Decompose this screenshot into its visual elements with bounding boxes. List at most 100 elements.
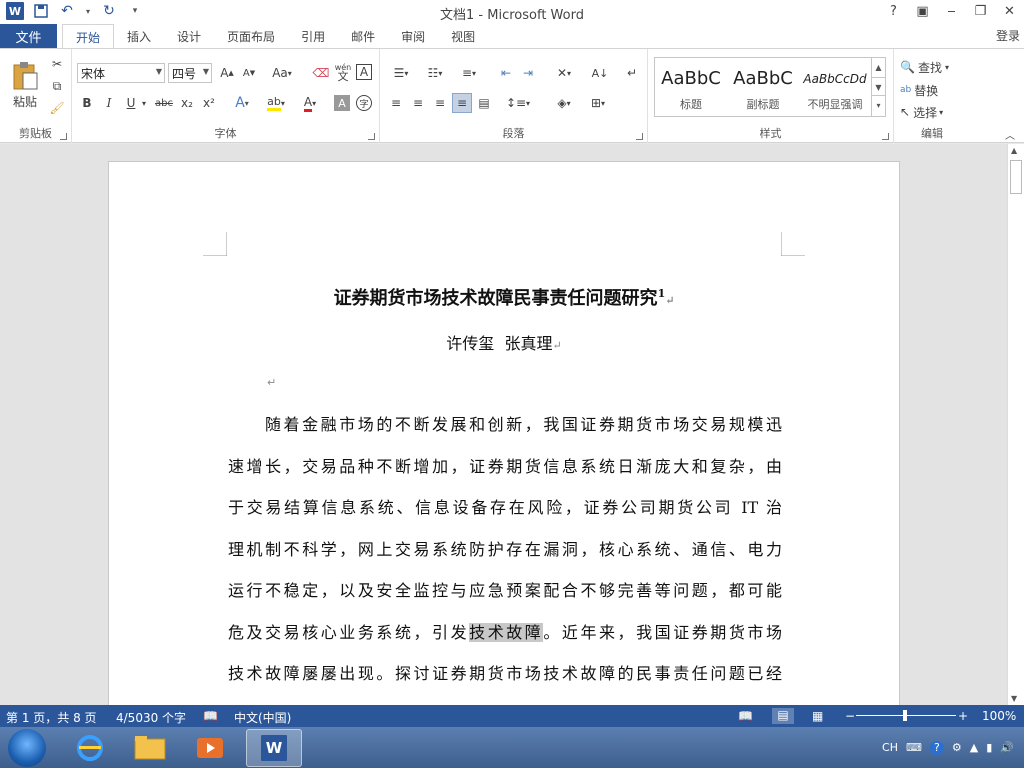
- decrease-indent-icon[interactable]: ⇤: [496, 63, 516, 83]
- phonetic-guide-icon[interactable]: wén 文: [334, 61, 352, 83]
- font-color-icon[interactable]: A ▾: [296, 93, 324, 113]
- network-icon[interactable]: ▮: [986, 741, 992, 754]
- zoom-in-button[interactable]: +: [958, 709, 968, 723]
- subscript-button[interactable]: x₂: [178, 93, 196, 113]
- superscript-button[interactable]: x²: [200, 93, 218, 113]
- justify-icon[interactable]: ≡: [452, 93, 472, 113]
- shrink-font-icon[interactable]: A ▼: [240, 63, 258, 83]
- strikethrough-button[interactable]: abc: [152, 93, 176, 113]
- scroll-down-icon[interactable]: ▼: [1011, 694, 1017, 703]
- sign-in-link[interactable]: 登录: [996, 27, 1020, 44]
- print-layout-icon[interactable]: ▤: [772, 708, 794, 724]
- font-dialog-launcher[interactable]: [368, 133, 375, 140]
- underline-dropdown-icon[interactable]: ▾: [140, 93, 148, 113]
- selected-text[interactable]: 技术故障: [469, 622, 544, 642]
- tab-mailings[interactable]: 邮件: [338, 24, 388, 48]
- font-size-value: 四号: [172, 66, 197, 81]
- clipboard-dialog-launcher[interactable]: [60, 133, 67, 140]
- volume-icon[interactable]: 🔊: [1000, 741, 1014, 754]
- word-count[interactable]: 4/5030 个字: [116, 709, 186, 726]
- help-button[interactable]: ?: [879, 0, 908, 22]
- style-subtitle[interactable]: AaBbC 副标题: [727, 58, 799, 116]
- close-button[interactable]: ✕: [995, 0, 1024, 22]
- proofing-icon[interactable]: 📖: [203, 709, 218, 723]
- zoom-level[interactable]: 100%: [982, 709, 1016, 723]
- minimize-button[interactable]: ‒: [937, 0, 966, 22]
- shading-icon[interactable]: ◈ ▾: [550, 93, 578, 113]
- distributed-icon[interactable]: ▤: [474, 93, 494, 113]
- align-left-icon[interactable]: ≡: [386, 93, 406, 113]
- line-spacing-icon[interactable]: ↕≡ ▾: [504, 93, 532, 113]
- tab-design[interactable]: 设计: [164, 24, 214, 48]
- chinese-layout-icon[interactable]: ✕ ▾: [550, 63, 578, 83]
- change-case-button[interactable]: Aa ▾: [268, 63, 296, 83]
- select-button[interactable]: ↖ 选择 ▾: [900, 102, 968, 122]
- ime-settings-icon[interactable]: ⚙: [952, 741, 962, 754]
- increase-indent-icon[interactable]: ⇥: [518, 63, 538, 83]
- enclose-characters-icon[interactable]: 字: [356, 95, 372, 111]
- format-painter-icon[interactable]: 🖌: [48, 99, 66, 117]
- zoom-slider-thumb[interactable]: [903, 710, 907, 721]
- keyboard-icon[interactable]: ⌨: [906, 741, 922, 754]
- gallery-more-icon[interactable]: ▾: [872, 96, 885, 115]
- show-hidden-icons[interactable]: ▲: [970, 741, 978, 754]
- show-marks-icon[interactable]: ↵: [622, 63, 642, 83]
- borders-icon[interactable]: ⊞ ▾: [584, 93, 612, 113]
- style-subtle-emphasis[interactable]: AaBbCcDd 不明显强调: [799, 58, 871, 116]
- text-effects-icon[interactable]: A ▾: [230, 93, 254, 113]
- ime-indicator[interactable]: CH: [882, 741, 898, 754]
- tab-review[interactable]: 审阅: [388, 24, 438, 48]
- taskbar-word-icon[interactable]: W: [246, 729, 302, 767]
- align-right-icon[interactable]: ≡: [430, 93, 450, 113]
- scroll-up-icon[interactable]: ▲: [1011, 146, 1017, 155]
- find-button[interactable]: 🔍 查找 ▾: [900, 57, 968, 77]
- font-size-combo[interactable]: 四号 ▼: [168, 63, 212, 83]
- tab-page-layout[interactable]: 页面布局: [214, 24, 288, 48]
- zoom-out-button[interactable]: −: [845, 709, 855, 723]
- tab-insert[interactable]: 插入: [114, 24, 164, 48]
- scroll-thumb[interactable]: [1010, 160, 1022, 194]
- vertical-scrollbar[interactable]: ▲ ▼: [1007, 144, 1024, 705]
- sort-icon[interactable]: A↓: [590, 63, 610, 83]
- restore-button[interactable]: ❐: [966, 0, 995, 22]
- taskbar-media-player-icon[interactable]: [182, 729, 238, 767]
- paragraph-dialog-launcher[interactable]: [636, 133, 643, 140]
- tab-references[interactable]: 引用: [288, 24, 338, 48]
- highlight-color-icon[interactable]: ab ▾: [262, 93, 290, 113]
- cut-icon[interactable]: ✂: [48, 55, 66, 73]
- tab-home[interactable]: 开始: [62, 24, 115, 49]
- paste-button[interactable]: 粘贴: [8, 55, 42, 115]
- bullets-icon[interactable]: ☰ ▾: [386, 63, 416, 83]
- page-count[interactable]: 第 1 页，共 8 页: [6, 709, 97, 726]
- language-indicator[interactable]: 中文(中国): [234, 709, 291, 726]
- document-page[interactable]: 证券期货市场技术故障民事责任问题研究1↵ 许传玺 张真理↵ ↵ 随着金融市场的不…: [108, 161, 900, 705]
- styles-dialog-launcher[interactable]: [882, 133, 889, 140]
- web-layout-icon[interactable]: ▦: [812, 709, 823, 723]
- help-tray-icon[interactable]: ?: [929, 740, 944, 755]
- document-area[interactable]: 证券期货市场技术故障民事责任问题研究1↵ 许传玺 张真理↵ ↵ 随着金融市场的不…: [0, 144, 1007, 705]
- numbering-icon[interactable]: ☷ ▾: [420, 63, 450, 83]
- read-mode-icon[interactable]: 📖: [738, 709, 753, 723]
- style-title[interactable]: AaBbC 标题: [655, 58, 727, 116]
- underline-button[interactable]: U: [122, 93, 140, 113]
- multilevel-list-icon[interactable]: ≡ ▾: [454, 63, 484, 83]
- ribbon-display-options-icon[interactable]: ▣: [908, 0, 937, 22]
- tab-view[interactable]: 视图: [438, 24, 488, 48]
- copy-icon[interactable]: ⧉: [48, 77, 66, 95]
- collapse-ribbon-icon[interactable]: ︿: [1002, 127, 1018, 142]
- grow-font-icon[interactable]: A ▲: [218, 63, 236, 83]
- character-border-icon[interactable]: A: [356, 64, 372, 80]
- taskbar-explorer-icon[interactable]: [122, 729, 178, 767]
- start-button[interactable]: [8, 729, 46, 767]
- taskbar-ie-icon[interactable]: [62, 729, 118, 767]
- tab-file[interactable]: 文件: [0, 24, 57, 48]
- clear-formatting-icon[interactable]: ⌫: [312, 63, 330, 83]
- align-center-icon[interactable]: ≡: [408, 93, 428, 113]
- gallery-up-icon[interactable]: ▲: [872, 58, 885, 77]
- bold-button[interactable]: B: [78, 93, 96, 113]
- gallery-down-icon[interactable]: ▼: [872, 77, 885, 96]
- font-name-combo[interactable]: 宋体 ▼: [77, 63, 165, 83]
- italic-button[interactable]: I: [100, 93, 118, 113]
- replace-button[interactable]: ab 替换: [900, 80, 968, 100]
- character-shading-icon[interactable]: A: [334, 95, 350, 111]
